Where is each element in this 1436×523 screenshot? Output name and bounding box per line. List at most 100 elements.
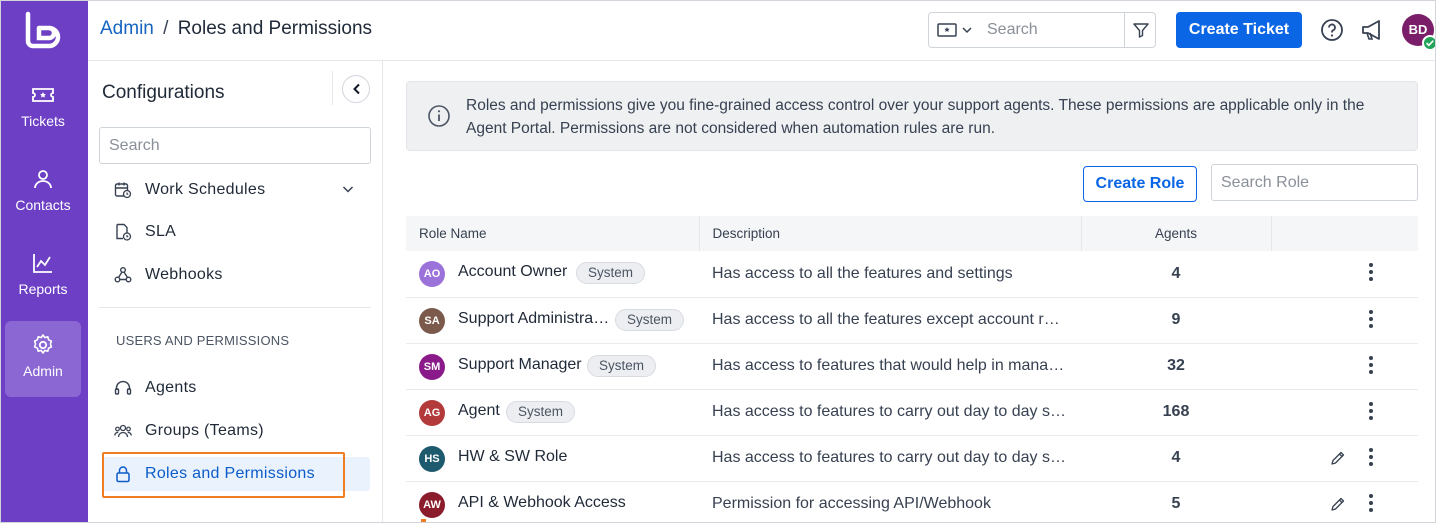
config-search-input[interactable]	[99, 127, 371, 164]
calendar-clock-icon	[114, 182, 132, 199]
table-row[interactable]: AG Agent System Has access to features t…	[406, 389, 1418, 436]
role-avatar: SM	[419, 353, 445, 380]
breadcrumb: Admin / Roles and Permissions	[100, 18, 372, 40]
role-description: Has access to features to carry out day …	[712, 449, 1068, 466]
breadcrumb-separator: /	[163, 18, 169, 39]
info-notice: Roles and permissions give you fine-grai…	[406, 81, 1418, 151]
online-status-icon	[1422, 35, 1435, 51]
search-type-dropdown[interactable]	[937, 21, 977, 39]
lock-icon	[116, 466, 130, 483]
nav-admin-label: Admin	[23, 363, 63, 379]
global-search-input[interactable]	[987, 19, 1117, 41]
chart-icon	[33, 254, 52, 273]
webhook-icon	[114, 267, 132, 283]
table-row[interactable]: SM Support Manager System Has access to …	[406, 343, 1418, 390]
column-header-role-name[interactable]: Role Name	[406, 216, 700, 251]
more-options-icon[interactable]	[1368, 401, 1374, 422]
table-row[interactable]: AO Account Owner System Has access to al…	[406, 251, 1418, 298]
role-avatar: AG	[419, 399, 445, 426]
headset-icon	[114, 380, 132, 395]
agent-count: 4	[1081, 435, 1271, 482]
group-icon	[114, 424, 132, 438]
more-options-icon[interactable]	[1368, 493, 1374, 514]
config-item-label: Webhooks	[145, 266, 223, 283]
more-options-icon[interactable]	[1368, 309, 1374, 330]
ticket-icon	[32, 88, 54, 102]
edit-pencil-icon[interactable]	[1330, 496, 1346, 512]
agent-count: 9	[1081, 297, 1271, 344]
gear-icon	[33, 334, 53, 354]
edit-pencil-icon[interactable]	[1330, 450, 1346, 466]
role-description: Has access to features to carry out day …	[712, 403, 1068, 420]
role-name-link[interactable]: Support Manager	[458, 356, 582, 374]
search-role-input[interactable]	[1211, 164, 1418, 201]
nav-admin[interactable]: Admin	[5, 321, 81, 397]
role-name-link[interactable]: Agent	[458, 402, 500, 420]
config-item-sla[interactable]: SLA	[102, 215, 370, 249]
agent-count: 5	[1081, 481, 1271, 522]
table-row[interactable]: HS HW & SW Role Has access to features t…	[406, 435, 1418, 482]
system-tag-badge: System	[576, 262, 646, 285]
role-description: Has access to features that would help i…	[712, 357, 1068, 374]
nav-reports-label: Reports	[18, 281, 68, 297]
config-sidebar: Configurations Work Schedules	[88, 61, 383, 522]
role-avatar: HS	[419, 445, 445, 472]
config-item-groups[interactable]: Groups (Teams)	[102, 414, 370, 448]
column-header-description: Description	[699, 216, 1082, 251]
agent-count: 4	[1081, 251, 1271, 298]
help-icon[interactable]	[1320, 18, 1344, 42]
role-avatar: SA	[419, 307, 445, 334]
table-header-row: Role Name Description Agents	[406, 216, 1418, 251]
nav-contacts-label: Contacts	[15, 197, 71, 213]
config-item-work-schedules[interactable]: Work Schedules	[102, 173, 370, 207]
agent-count: 168	[1081, 389, 1271, 436]
filter-button[interactable]	[1124, 13, 1156, 47]
config-title: Configurations	[102, 82, 225, 103]
config-item-label: Roles and Permissions	[145, 465, 315, 482]
role-description: Has access to all the features and setti…	[712, 264, 1013, 282]
global-search	[928, 12, 1156, 48]
roles-table: Role Name Description Agents AO Account …	[406, 216, 1418, 522]
page-title: Roles and Permissions	[177, 18, 373, 39]
role-name-link[interactable]: Support Administrator	[458, 310, 610, 328]
config-item-webhooks[interactable]: Webhooks	[102, 258, 370, 292]
table-row[interactable]: AW API & Webhook Access Permission for a…	[406, 481, 1418, 522]
nav-reports[interactable]: Reports	[5, 239, 81, 315]
create-role-button[interactable]: Create Role	[1083, 166, 1197, 202]
divider	[99, 307, 371, 308]
role-name-link[interactable]: HW & SW Role	[458, 448, 567, 466]
chevron-down-icon[interactable]	[342, 183, 354, 195]
role-avatar: AW	[419, 491, 445, 518]
more-options-icon[interactable]	[1368, 447, 1374, 468]
nav-tickets-label: Tickets	[21, 113, 65, 129]
brand-logo-icon[interactable]	[23, 11, 63, 49]
config-item-label: SLA	[145, 223, 177, 240]
divider	[332, 71, 333, 105]
document-clock-icon	[116, 223, 132, 241]
column-header-agents[interactable]: Agents	[1081, 216, 1272, 251]
chevron-left-icon	[353, 83, 360, 95]
table-row[interactable]: SA Support Administrator System Has acce…	[406, 297, 1418, 344]
nav-contacts[interactable]: Contacts	[5, 155, 81, 231]
config-item-label: Groups (Teams)	[145, 422, 264, 439]
config-item-label: Work Schedules	[145, 181, 266, 198]
nav-tickets[interactable]: Tickets	[5, 71, 81, 147]
create-ticket-button[interactable]: Create Ticket	[1176, 12, 1302, 48]
nav-rail: Tickets Contacts Reports Admin	[1, 1, 88, 522]
agent-count: 32	[1081, 343, 1271, 390]
role-name-link[interactable]: API & Webhook Access	[458, 494, 626, 512]
megaphone-icon[interactable]	[1360, 17, 1386, 43]
filter-icon	[1133, 23, 1149, 38]
breadcrumb-admin-link[interactable]: Admin	[100, 18, 154, 39]
more-options-icon[interactable]	[1368, 355, 1374, 376]
config-item-label: Agents	[145, 379, 197, 396]
person-icon	[34, 170, 52, 189]
more-options-icon[interactable]	[1368, 263, 1374, 283]
top-header: Admin / Roles and Permissions Create Tic…	[88, 1, 1435, 61]
role-name-link[interactable]: Account Owner	[458, 263, 567, 281]
info-icon	[428, 105, 450, 127]
section-heading: USERS AND PERMISSIONS	[116, 333, 290, 348]
config-item-agents[interactable]: Agents	[102, 371, 370, 405]
config-item-roles-permissions[interactable]: Roles and Permissions	[102, 457, 370, 491]
collapse-sidebar-button[interactable]	[342, 75, 370, 103]
